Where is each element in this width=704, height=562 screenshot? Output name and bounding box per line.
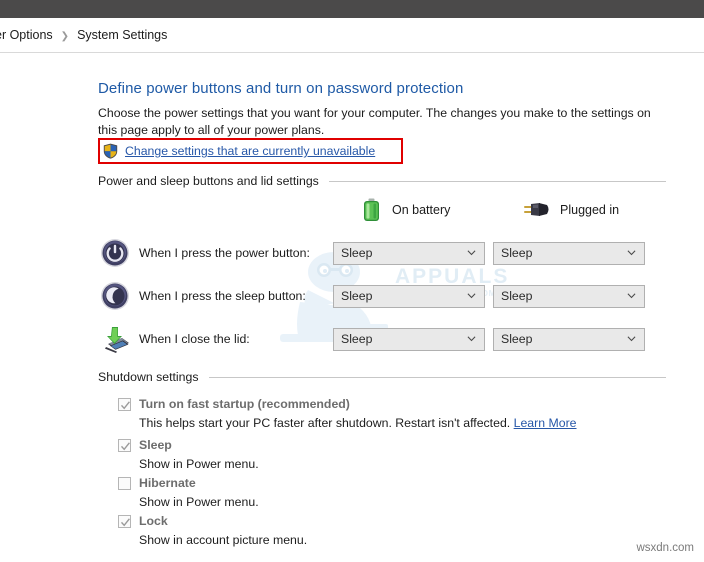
setting-label-sleep-button: When I press the sleep button: — [139, 289, 333, 303]
dropdown-value-sleep-battery: Sleep — [334, 289, 372, 303]
power-section-heading-row: Power and sleep buttons and lid settings — [98, 174, 666, 188]
checkbox-item-sleep: Sleep Show in Power menu. — [118, 438, 658, 471]
setting-label-close-lid: When I close the lid: — [139, 332, 333, 346]
column-header-plugged-in: Plugged in — [523, 198, 619, 222]
dropdown-power-button-on-battery[interactable]: Sleep — [333, 242, 485, 265]
checkbox-lock[interactable] — [118, 515, 131, 528]
control-panel-window: er Options ❯ System Settings — [0, 0, 704, 562]
setting-row-sleep-button: When I press the sleep button: Sleep Sle… — [100, 280, 660, 312]
dropdown-value-power-battery: Sleep — [334, 246, 372, 260]
page-content: APPUALS TECH HOW-TO'S FROM THE EXPERTS! … — [0, 54, 704, 562]
page-title: Define power buttons and turn on passwor… — [98, 80, 463, 97]
change-settings-link-row[interactable]: Change settings that are currently unava… — [103, 142, 375, 160]
checkbox-fast-startup[interactable] — [118, 398, 131, 411]
checkbox-label-sleep: Sleep — [139, 438, 172, 452]
checkbox-hibernate[interactable] — [118, 477, 131, 490]
dropdown-value-lid-plugged: Sleep — [494, 332, 532, 346]
dropdown-value-power-plugged: Sleep — [494, 246, 532, 260]
power-section-heading: Power and sleep buttons and lid settings — [98, 174, 319, 188]
shutdown-section-divider — [209, 377, 667, 378]
laptop-lid-icon — [100, 324, 130, 354]
checkbox-row-hibernate[interactable]: Hibernate — [118, 476, 658, 492]
chevron-down-icon — [627, 291, 636, 300]
checkmark-icon — [120, 517, 131, 528]
learn-more-link[interactable]: Learn More — [514, 416, 577, 430]
chevron-down-icon — [467, 291, 476, 300]
breadcrumb-separator-icon: ❯ — [61, 31, 69, 42]
checkbox-label-fast-startup: Turn on fast startup (recommended) — [139, 397, 350, 411]
dropdown-value-sleep-plugged: Sleep — [494, 289, 532, 303]
shutdown-section-heading-row: Shutdown settings — [98, 370, 666, 384]
checkbox-description-sleep: Show in Power menu. — [139, 457, 658, 471]
checkbox-item-fast-startup: Turn on fast startup (recommended) This … — [118, 397, 658, 430]
dropdown-close-lid-on-battery[interactable]: Sleep — [333, 328, 485, 351]
setting-row-power-button: When I press the power button: Sleep Sle… — [100, 237, 660, 269]
dropdown-power-button-plugged-in[interactable]: Sleep — [493, 242, 645, 265]
chevron-down-icon — [627, 248, 636, 257]
fast-startup-description-text: This helps start your PC faster after sh… — [139, 416, 510, 430]
breadcrumb-bar: er Options ❯ System Settings — [0, 18, 704, 53]
plug-icon — [523, 200, 551, 220]
page-description: Choose the power settings that you want … — [98, 105, 664, 139]
power-button-icon — [100, 238, 130, 268]
chevron-down-icon — [467, 334, 476, 343]
checkmark-icon — [120, 441, 131, 452]
dropdown-sleep-button-on-battery[interactable]: Sleep — [333, 285, 485, 308]
dropdown-close-lid-plugged-in[interactable]: Sleep — [493, 328, 645, 351]
chevron-down-icon — [467, 248, 476, 257]
chevron-down-icon — [627, 334, 636, 343]
checkbox-description-fast-startup: This helps start your PC faster after sh… — [139, 416, 658, 430]
checkbox-description-hibernate: Show in Power menu. — [139, 495, 658, 509]
dropdown-sleep-button-plugged-in[interactable]: Sleep — [493, 285, 645, 308]
corner-watermark: wsxdn.com — [636, 542, 694, 554]
setting-row-close-lid: When I close the lid: Sleep Sleep — [100, 323, 660, 355]
checkbox-row-lock[interactable]: Lock — [118, 514, 658, 530]
sleep-moon-icon — [100, 281, 130, 311]
dropdown-value-lid-battery: Sleep — [334, 332, 372, 346]
column-label-on-battery: On battery — [392, 203, 450, 217]
breadcrumb-item-system-settings[interactable]: System Settings — [77, 28, 167, 42]
checkbox-item-hibernate: Hibernate Show in Power menu. — [118, 476, 658, 509]
breadcrumb-item-power-options[interactable]: er Options — [0, 28, 53, 42]
battery-icon — [363, 198, 380, 222]
checkbox-item-lock: Lock Show in account picture menu. — [118, 514, 658, 547]
checkbox-sleep[interactable] — [118, 439, 131, 452]
shield-icon — [103, 143, 118, 159]
checkbox-row-sleep[interactable]: Sleep — [118, 438, 658, 454]
checkmark-icon — [120, 400, 131, 411]
shutdown-section-heading: Shutdown settings — [98, 370, 199, 384]
window-titlebar — [0, 0, 704, 18]
checkbox-label-lock: Lock — [139, 514, 168, 528]
checkbox-label-hibernate: Hibernate — [139, 476, 196, 490]
checkbox-row-fast-startup[interactable]: Turn on fast startup (recommended) — [118, 397, 658, 413]
change-settings-link[interactable]: Change settings that are currently unava… — [125, 144, 375, 158]
setting-label-power-button: When I press the power button: — [139, 246, 333, 260]
column-label-plugged-in: Plugged in — [560, 203, 619, 217]
checkbox-description-lock: Show in account picture menu. — [139, 533, 658, 547]
column-header-on-battery: On battery — [363, 198, 450, 222]
power-section-divider — [329, 181, 666, 182]
